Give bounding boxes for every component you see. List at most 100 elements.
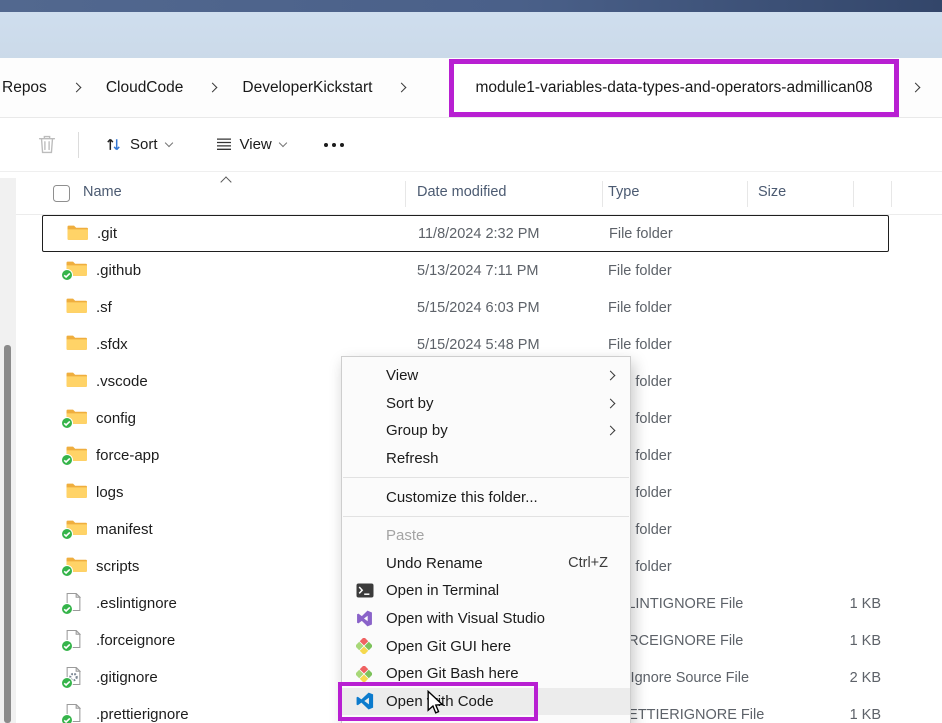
menu-item-paste: Paste (342, 522, 630, 550)
terminal-icon (356, 583, 378, 598)
column-header-date-modified[interactable]: Date modified (417, 184, 506, 200)
chevron-down-icon (278, 138, 288, 147)
file-size: 1 KB (849, 632, 881, 649)
chevron-right-icon (207, 82, 218, 93)
file-icon (61, 592, 82, 616)
file-date-modified: 5/15/2024 5:48 PM (417, 336, 540, 353)
scrollbar-track[interactable] (0, 178, 16, 723)
delete-button[interactable] (38, 135, 56, 154)
menu-item-label: Undo Rename (386, 554, 483, 572)
trash-icon (38, 135, 56, 154)
column-divider[interactable] (602, 181, 603, 207)
menu-item-label: Group by (386, 422, 448, 440)
menu-item-undo-rename[interactable]: Undo Rename Ctrl+Z (342, 550, 630, 578)
column-header-name[interactable]: Name (83, 184, 122, 200)
git-icon (356, 638, 378, 655)
breadcrumb-item-current-folder[interactable]: module1-variables-data-types-and-operato… (475, 79, 872, 97)
column-header-size[interactable]: Size (758, 184, 786, 200)
git-icon (356, 665, 378, 682)
table-row[interactable]: .git 11/8/2024 2:32 PM File folder (42, 215, 889, 252)
folder-icon (61, 408, 87, 430)
menu-item-open-with-visual-studio[interactable]: Open with Visual Studio (342, 605, 630, 633)
chevron-right-icon (397, 82, 407, 93)
git-synced-check-icon (61, 416, 73, 434)
menu-item-label: Open Git GUI here (386, 637, 512, 655)
view-button[interactable]: View (216, 136, 288, 153)
file-size: 2 KB (849, 669, 881, 686)
menu-divider (343, 515, 629, 517)
menu-item-group-by[interactable]: Group by (342, 417, 630, 445)
file-explorer-window: Repos CloudCode DeveloperKickstart modul… (0, 0, 942, 723)
dot-icon (331, 142, 336, 147)
column-divider[interactable] (405, 181, 406, 207)
sort-icon (107, 138, 120, 151)
menu-item-customize-this-folder[interactable]: Customize this folder... (342, 483, 630, 511)
menu-item-view[interactable]: View (342, 362, 630, 390)
git-synced-check-icon (61, 564, 73, 582)
select-all-checkbox[interactable] (53, 185, 70, 202)
folder-icon (66, 482, 87, 504)
explorer-toolbar: Sort View (0, 118, 942, 172)
vscode-icon (356, 692, 378, 710)
file-type: File folder (608, 262, 672, 279)
file-date-modified: 5/13/2024 7:11 PM (417, 262, 539, 279)
menu-item-open-in-terminal[interactable]: Open in Terminal (342, 577, 630, 605)
sort-button[interactable]: Sort (105, 136, 173, 153)
file-name: scripts (96, 558, 140, 575)
scrollbar-thumb[interactable] (4, 345, 11, 723)
folder-icon (66, 297, 87, 319)
breadcrumb-item-repos[interactable]: Repos (2, 79, 47, 97)
visual-studio-icon (356, 610, 378, 627)
breadcrumb-item-developerkickstart[interactable]: DeveloperKickstart (242, 79, 372, 97)
file-name: .eslintignore (96, 595, 177, 612)
chevron-right-icon[interactable] (910, 82, 921, 93)
column-divider[interactable] (853, 181, 854, 207)
menu-item-open-git-bash-here[interactable]: Open Git Bash here (342, 660, 630, 688)
table-row[interactable]: .sf 5/15/2024 6:03 PM File folder (42, 289, 889, 326)
git-synced-check-icon (61, 268, 73, 286)
column-divider[interactable] (747, 181, 748, 207)
file-name: force-app (96, 447, 160, 464)
column-divider[interactable] (891, 181, 892, 207)
dot-icon (339, 142, 344, 147)
folder-icon (61, 519, 87, 541)
current-folder-annotation-box: module1-variables-data-types-and-operato… (449, 58, 899, 117)
git-synced-check-icon (61, 713, 73, 723)
file-type: PRETTIERIGNORE File (608, 706, 765, 723)
menu-item-sort-by[interactable]: Sort by (342, 390, 630, 418)
folder-icon (61, 445, 87, 467)
file-type: File folder (609, 225, 673, 242)
menu-item-refresh[interactable]: Refresh (342, 445, 630, 473)
folder-icon (66, 334, 87, 356)
menu-shortcut: Ctrl+Z (568, 555, 608, 572)
breadcrumb-item-cloudcode[interactable]: CloudCode (106, 79, 184, 97)
file-name: .sfdx (96, 336, 128, 353)
git-synced-check-icon (61, 639, 73, 657)
context-menu: View Sort by Group by Refresh Customize this… (341, 356, 631, 723)
menu-item-label: Sort by (386, 394, 434, 412)
file-date-modified: 11/8/2024 2:32 PM (418, 225, 540, 242)
breadcrumb: Repos CloudCode DeveloperKickstart modul… (0, 58, 942, 118)
file-name: logs (96, 484, 124, 501)
submenu-arrow-icon (605, 370, 616, 381)
menu-item-label: Open with Code (386, 692, 494, 710)
see-more-button[interactable] (323, 142, 344, 147)
file-type: File folder (608, 336, 672, 353)
table-row[interactable]: .github 5/13/2024 7:11 PM File folder (42, 252, 889, 289)
menu-item-open-with-code[interactable]: Open with Code (342, 687, 630, 716)
file-icon (61, 666, 82, 690)
git-synced-check-icon (61, 602, 73, 620)
chevron-right-icon (71, 82, 82, 93)
file-size: 1 KB (849, 706, 881, 723)
submenu-arrow-icon (605, 398, 616, 409)
menu-item-label: View (386, 367, 419, 385)
file-name: .prettierignore (96, 706, 189, 723)
column-header-type[interactable]: Type (608, 184, 639, 200)
menu-item-open-git-gui-here[interactable]: Open Git GUI here (342, 632, 630, 660)
file-name: manifest (96, 521, 153, 538)
column-header-row: Name Date modified Type Size (0, 172, 942, 215)
submenu-arrow-icon (605, 426, 616, 436)
menu-item-label: Customize this folder... (386, 488, 538, 506)
folder-icon (61, 260, 87, 282)
folder-icon (61, 556, 87, 578)
